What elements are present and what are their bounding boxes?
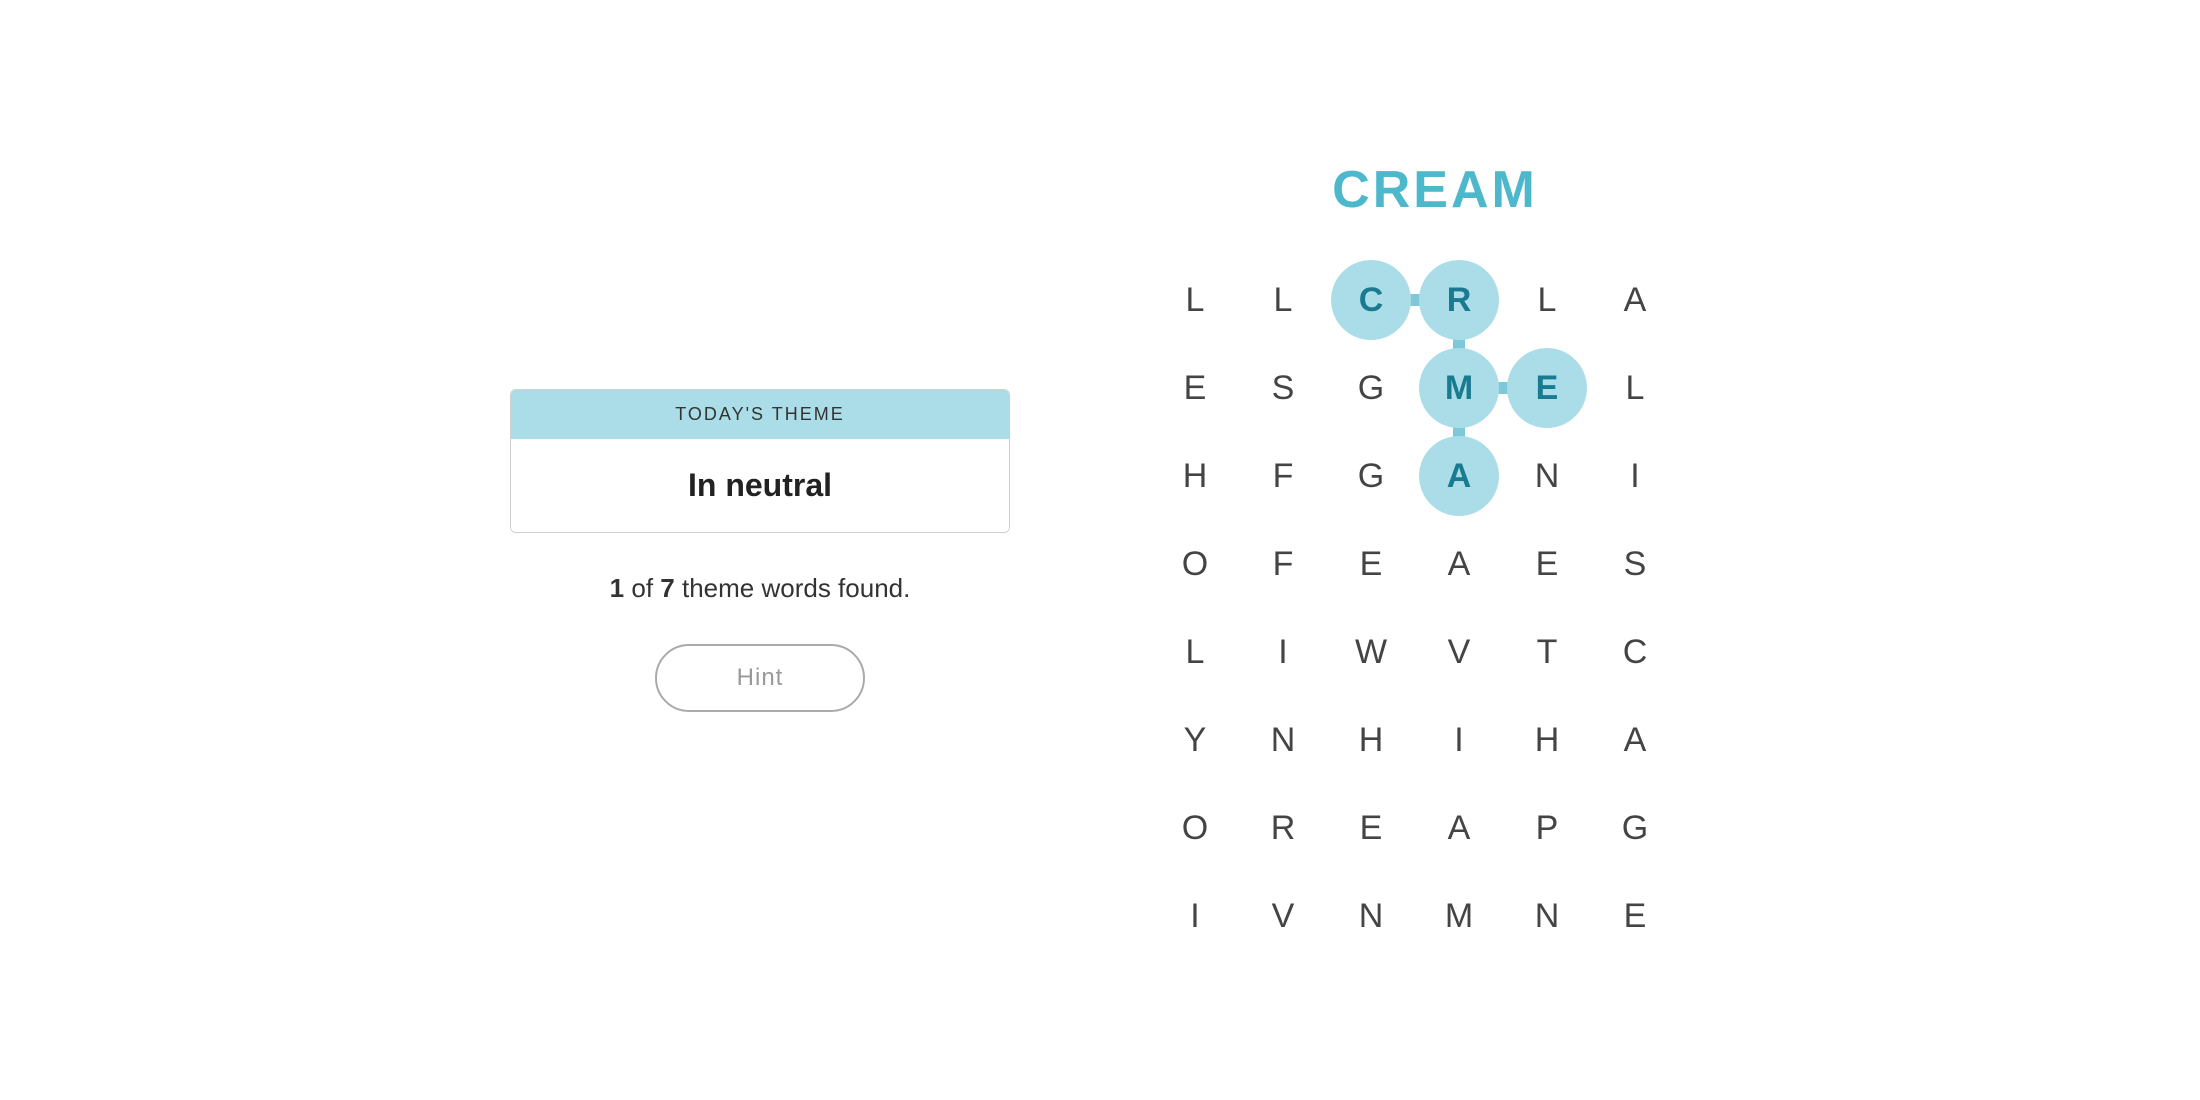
grid-cell[interactable]: R bbox=[1243, 788, 1323, 868]
found-number: 1 bbox=[610, 573, 624, 603]
theme-header: TODAY'S THEME bbox=[511, 390, 1009, 439]
grid-cell[interactable]: M bbox=[1419, 348, 1499, 428]
grid-cell[interactable]: N bbox=[1243, 700, 1323, 780]
grid-cell[interactable]: A bbox=[1595, 700, 1675, 780]
grid-cell[interactable]: E bbox=[1331, 788, 1411, 868]
found-suffix: theme words found. bbox=[682, 573, 910, 603]
grid-cell[interactable]: G bbox=[1331, 436, 1411, 516]
grid-cell[interactable]: G bbox=[1595, 788, 1675, 868]
grid-cell[interactable]: L bbox=[1243, 260, 1323, 340]
grid-cell[interactable]: E bbox=[1507, 348, 1587, 428]
grid-cell[interactable]: A bbox=[1419, 788, 1499, 868]
right-panel: CREAM LLCRLAESGMELHFGANIOFEAESLIWVTCYNHI… bbox=[1155, 160, 1715, 940]
found-count: 1 of 7 theme words found. bbox=[610, 573, 911, 604]
left-panel: TODAY'S THEME In neutral 1 of 7 theme wo… bbox=[485, 389, 1035, 712]
grid-wrapper: LLCRLAESGMELHFGANIOFEAESLIWVTCYNHIHAOREA… bbox=[1155, 260, 1715, 940]
grid-cell[interactable]: A bbox=[1419, 524, 1499, 604]
letter-grid: LLCRLAESGMELHFGANIOFEAESLIWVTCYNHIHAOREA… bbox=[1155, 260, 1675, 956]
grid-cell[interactable]: O bbox=[1155, 788, 1235, 868]
grid-cell[interactable]: W bbox=[1331, 612, 1411, 692]
grid-cell[interactable]: M bbox=[1419, 876, 1499, 956]
puzzle-title: CREAM bbox=[1332, 160, 1538, 220]
grid-cell[interactable]: L bbox=[1155, 612, 1235, 692]
app-container: TODAY'S THEME In neutral 1 of 7 theme wo… bbox=[0, 0, 2200, 1100]
grid-cell[interactable]: E bbox=[1595, 876, 1675, 956]
grid-cell[interactable]: I bbox=[1243, 612, 1323, 692]
grid-cell[interactable]: G bbox=[1331, 348, 1411, 428]
grid-cell[interactable]: H bbox=[1155, 436, 1235, 516]
grid-cell[interactable]: V bbox=[1419, 612, 1499, 692]
grid-cell[interactable]: V bbox=[1243, 876, 1323, 956]
grid-cell[interactable]: L bbox=[1155, 260, 1235, 340]
grid-cell[interactable]: E bbox=[1507, 524, 1587, 604]
grid-cell[interactable]: H bbox=[1507, 700, 1587, 780]
grid-cell[interactable]: H bbox=[1331, 700, 1411, 780]
grid-cell[interactable]: S bbox=[1243, 348, 1323, 428]
theme-value: In neutral bbox=[511, 439, 1009, 532]
hint-button[interactable]: Hint bbox=[655, 644, 866, 712]
grid-cell[interactable]: I bbox=[1155, 876, 1235, 956]
grid-cell[interactable]: R bbox=[1419, 260, 1499, 340]
grid-cell[interactable]: A bbox=[1419, 436, 1499, 516]
grid-cell[interactable]: I bbox=[1595, 436, 1675, 516]
grid-cell[interactable]: N bbox=[1507, 876, 1587, 956]
grid-cell[interactable]: N bbox=[1507, 436, 1587, 516]
grid-cell[interactable]: L bbox=[1595, 348, 1675, 428]
grid-cell[interactable]: F bbox=[1243, 524, 1323, 604]
grid-cell[interactable]: E bbox=[1331, 524, 1411, 604]
grid-cell[interactable]: I bbox=[1419, 700, 1499, 780]
grid-cell[interactable]: N bbox=[1331, 876, 1411, 956]
grid-cell[interactable]: T bbox=[1507, 612, 1587, 692]
grid-cell[interactable]: L bbox=[1507, 260, 1587, 340]
grid-cell[interactable]: A bbox=[1595, 260, 1675, 340]
grid-cell[interactable]: Y bbox=[1155, 700, 1235, 780]
grid-cell[interactable]: C bbox=[1331, 260, 1411, 340]
grid-cell[interactable]: S bbox=[1595, 524, 1675, 604]
theme-box: TODAY'S THEME In neutral bbox=[510, 389, 1010, 533]
grid-cell[interactable]: C bbox=[1595, 612, 1675, 692]
grid-cell[interactable]: O bbox=[1155, 524, 1235, 604]
total-number: 7 bbox=[660, 573, 674, 603]
grid-cell[interactable]: P bbox=[1507, 788, 1587, 868]
grid-cell[interactable]: E bbox=[1155, 348, 1235, 428]
grid-cell[interactable]: F bbox=[1243, 436, 1323, 516]
